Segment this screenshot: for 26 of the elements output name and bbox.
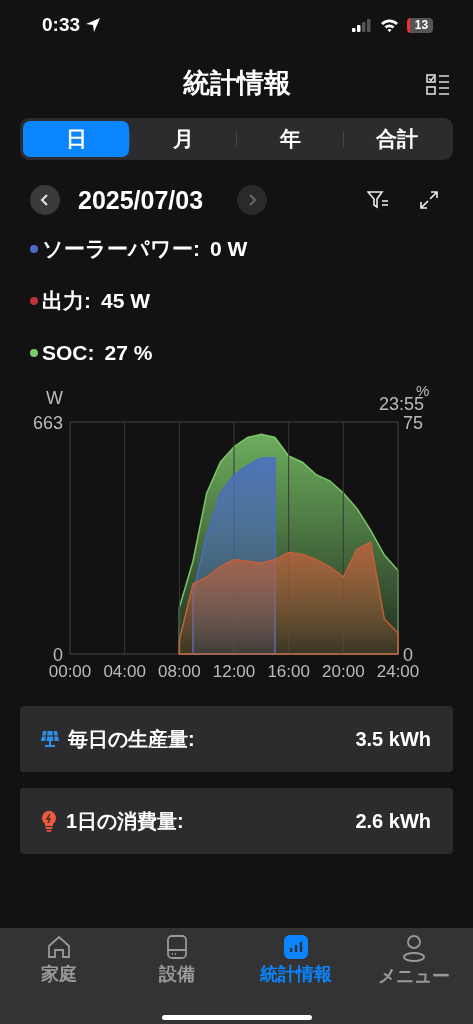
- x-axis-label: 12:00: [212, 662, 256, 681]
- x-axis-label: 08:00: [158, 662, 201, 681]
- legend-value: 27 %: [104, 341, 153, 365]
- legend-value: 45 W: [101, 289, 150, 313]
- x-axis-label: 16:00: [267, 662, 310, 681]
- y-axis-label: 0: [53, 645, 63, 665]
- x-axis-label: 04:00: [103, 662, 146, 681]
- x-axis-label: 24:00: [376, 662, 420, 681]
- x-axis-label: 20:00: [322, 662, 365, 681]
- summary-label: 毎日の生産量:: [68, 726, 195, 752]
- legend-value: 0 W: [210, 237, 248, 261]
- axis-unit: W: [46, 388, 63, 408]
- y-axis-label: 0: [403, 645, 413, 665]
- date-label: 2025/07/03: [78, 185, 204, 215]
- summary-label: 1日の消費量:: [66, 808, 184, 834]
- x-axis-label: 00:00: [48, 662, 92, 681]
- y-axis-label: 75: [403, 413, 424, 433]
- page-title: 統計情報: [182, 67, 291, 100]
- clock: 0:33: [42, 14, 81, 36]
- legend-label: SOC:: [42, 341, 95, 365]
- legend-label: 出力:: [42, 288, 91, 314]
- battery-level: 13: [407, 17, 433, 33]
- y-axis-label: 663: [32, 413, 63, 433]
- legend-label: ソーラーパワー:: [42, 236, 200, 262]
- summary-value: 2.6 kWh: [355, 809, 431, 833]
- summary-value: 3.5 kWh: [355, 727, 431, 751]
